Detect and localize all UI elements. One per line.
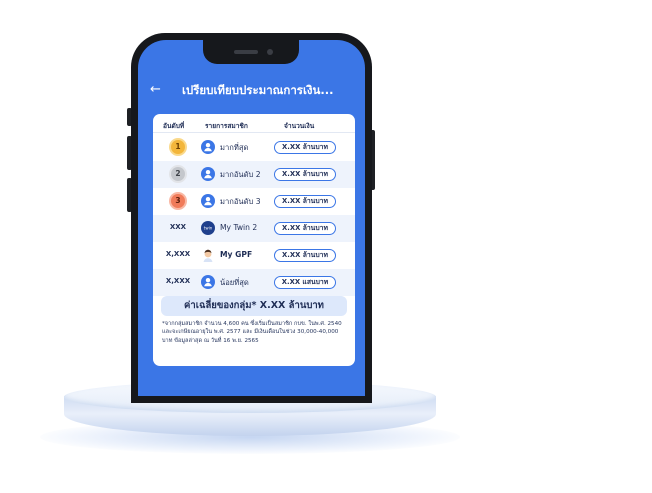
- back-arrow-icon[interactable]: ←: [150, 83, 161, 97]
- group-average-banner: ค่าเฉลี่ยของกลุ่ม* X.XX ล้านบาท: [161, 296, 347, 316]
- amount-pill: X.XX ล้านบาท: [274, 141, 336, 154]
- member-label: มากที่สุด: [220, 143, 249, 152]
- amount-pill: X.XX ล้านบาท: [274, 168, 336, 181]
- user-icon: [201, 275, 215, 289]
- svg-text:twin: twin: [204, 226, 213, 231]
- table-row: 1 มากที่สุด X.XX ล้านบาท: [153, 134, 355, 161]
- table-row: XXX twin My Twin 2 X.XX ล้านบาท: [153, 215, 355, 242]
- table-row: X,XXX น้อยที่สุด X.XX แสนบาท: [153, 269, 355, 296]
- table-row: 2 มากอันดับ 2 X.XX ล้านบาท: [153, 161, 355, 188]
- member-label: My Twin 2: [220, 223, 258, 232]
- amount-pill: X.XX ล้านบาท: [274, 249, 336, 262]
- rank-medal-gold: 1: [171, 140, 185, 154]
- user-icon: [201, 167, 215, 181]
- user-icon: [201, 194, 215, 208]
- column-header-amount: จำนวนเงิน: [284, 122, 315, 130]
- comparison-card: อันดับที่ รายการสมาชิก จำนวนเงิน 1 มากที่…: [153, 114, 355, 366]
- member-label: มากอันดับ 3: [220, 197, 261, 206]
- rank-number: X,XXX: [165, 277, 191, 285]
- rank-number: X,XXX: [165, 250, 191, 258]
- amount-pill: X.XX ล้านบาท: [274, 222, 336, 235]
- page-title: เปรียบเทียบประมาณการเงิน...: [182, 83, 334, 97]
- member-label: น้อยที่สุด: [220, 278, 249, 287]
- rank-medal-silver: 2: [171, 167, 185, 181]
- rank-number: XXX: [169, 223, 187, 231]
- column-header-rank: อันดับที่: [163, 122, 185, 130]
- column-header-member: รายการสมาชิก: [205, 122, 248, 130]
- phone-screen: ← เปรียบเทียบประมาณการเงิน... อันดับที่ …: [138, 40, 365, 396]
- mytwin-icon: twin: [201, 221, 215, 235]
- member-label: My GPF: [220, 250, 253, 259]
- table-row: X,XXX My GPF X.XX ล้านบาท: [153, 242, 355, 269]
- rank-medal-bronze: 3: [171, 194, 185, 208]
- amount-pill: X.XX แสนบาท: [274, 276, 336, 289]
- footnote: *จากกลุ่มสมาชิก จำนวน 4,600 คน ซึ่งเริ่ม…: [162, 321, 342, 344]
- user-icon: [201, 140, 215, 154]
- speaker-grille: [234, 50, 258, 54]
- phone-notch: [203, 40, 299, 64]
- table-row: 3 มากอันดับ 3 X.XX ล้านบาท: [153, 188, 355, 215]
- person-avatar-icon: [201, 248, 215, 262]
- header-divider: [153, 132, 355, 133]
- member-label: มากอันดับ 2: [220, 170, 261, 179]
- front-camera: [267, 49, 273, 55]
- mockup-stage: ← เปรียบเทียบประมาณการเงิน... อันดับที่ …: [0, 0, 652, 493]
- amount-pill: X.XX ล้านบาท: [274, 195, 336, 208]
